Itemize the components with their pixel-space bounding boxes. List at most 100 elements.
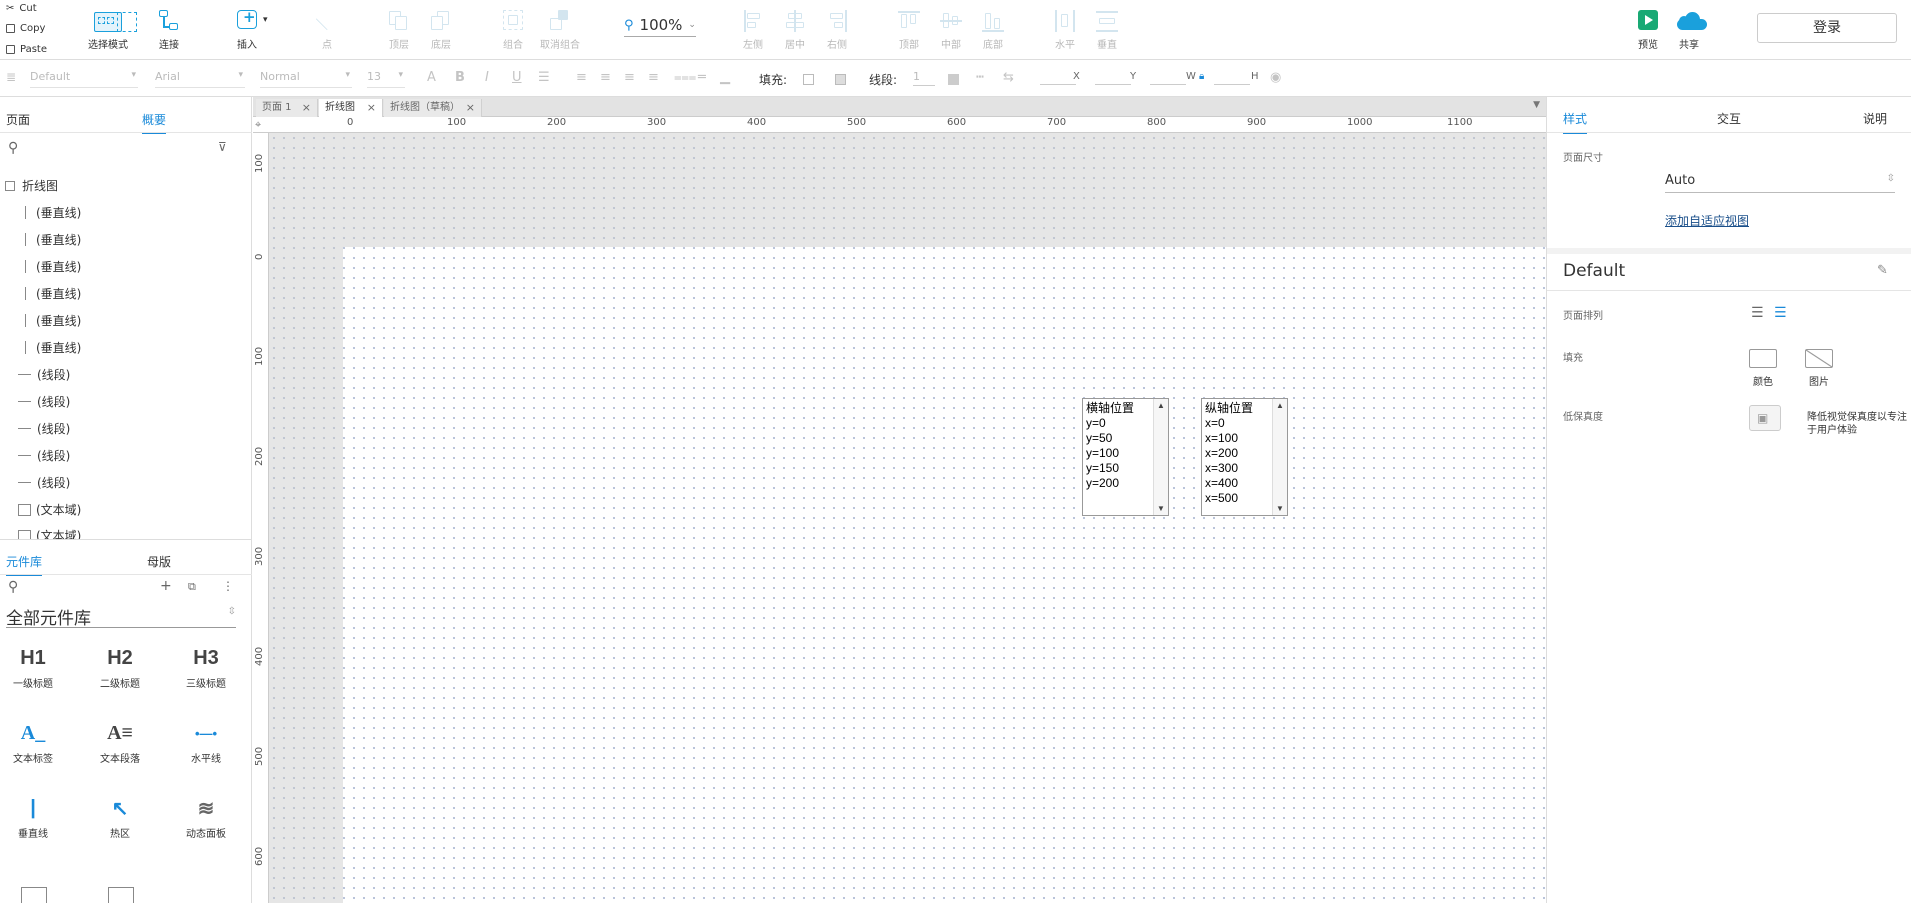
line-width-field[interactable]: 1	[913, 70, 935, 86]
search-icon[interactable]: ⚲	[8, 140, 18, 156]
outline-item-segment[interactable]: (线段)	[18, 474, 70, 491]
scroll-down-icon[interactable]: ▼	[1276, 504, 1284, 513]
weight-select[interactable]: Normal	[260, 70, 352, 88]
table-widget-icon[interactable]	[21, 887, 47, 903]
h-field[interactable]	[1214, 71, 1250, 85]
y-field[interactable]	[1095, 71, 1131, 85]
bullet-list-icon[interactable]: ☰	[538, 70, 550, 85]
fill-color-button[interactable]	[1749, 349, 1777, 368]
text-align-center-icon[interactable]: ≡	[600, 70, 611, 85]
share-button[interactable]: 共享	[1661, 10, 1717, 51]
valign-middle-icon[interactable]: ═	[698, 70, 706, 85]
scroll-down-icon[interactable]: ▼	[1157, 504, 1165, 513]
font-select[interactable]: Arial	[155, 70, 245, 88]
line-color-swatch[interactable]	[948, 74, 959, 85]
lock-icon[interactable]: 🔒︎	[1199, 71, 1204, 82]
text-align-right-icon[interactable]: ≡	[624, 70, 635, 85]
send-bottom-button[interactable]: 底层	[413, 10, 469, 51]
outline-item-segment[interactable]: (线段)	[18, 366, 70, 383]
tree-root[interactable]: 折线图	[5, 177, 58, 194]
outline-item-vline[interactable]: (垂直线)	[25, 258, 81, 275]
tab-masters[interactable]: 母版	[147, 553, 171, 570]
more-menu-icon[interactable]: ⋮	[222, 579, 234, 593]
tab-interactions[interactable]: 交互	[1717, 110, 1741, 127]
fill-image-button[interactable]	[1805, 349, 1833, 368]
outline-item-vline[interactable]: (垂直线)	[25, 285, 81, 302]
visibility-icon[interactable]: ◉	[1270, 70, 1281, 85]
text-justify-icon[interactable]: ≡	[648, 70, 659, 85]
x-field[interactable]	[1040, 71, 1076, 85]
tabs-dropdown-icon[interactable]: ▼	[1533, 100, 1540, 110]
login-button[interactable]: 登录	[1757, 13, 1897, 43]
insert-button[interactable]: + ▾ 插入	[219, 8, 275, 51]
design-canvas[interactable]: 横轴位置 y=0 y=50 y=100 y=150 y=200 ▲ ▼ 纵轴位置 …	[269, 133, 1546, 903]
distribute-vertical-button[interactable]: 垂直	[1079, 10, 1135, 51]
widget-text-label[interactable]: A_ 文本标签	[0, 716, 68, 766]
add-adaptive-view-link[interactable]: 添加自适应视图	[1665, 212, 1749, 229]
edit-style-icon[interactable]: ✎	[1877, 263, 1888, 278]
align-left-page-icon[interactable]: ☰	[1751, 305, 1764, 321]
point-button[interactable]: 点	[299, 7, 355, 51]
connect-button[interactable]: 连接	[141, 10, 197, 51]
widget-h1[interactable]: H1 一级标题	[0, 641, 68, 691]
library-copy-icon[interactable]: ⧉	[188, 580, 196, 594]
outline-item-vline[interactable]: (垂直线)	[25, 339, 81, 356]
copy-button[interactable]: Copy	[6, 23, 45, 34]
form-widget-icon[interactable]	[108, 887, 134, 903]
widget-dynamic-panel[interactable]: ≋ 动态面板	[171, 791, 241, 841]
widget-vline[interactable]: | 垂直线	[0, 791, 68, 841]
scroll-up-icon[interactable]: ▲	[1157, 401, 1165, 410]
text-align-left-icon[interactable]: ≡	[576, 70, 587, 85]
arrow-style-icon[interactable]: ⇆	[1003, 70, 1014, 85]
library-search-icon[interactable]: ⚲	[8, 579, 18, 595]
outline-item-textarea[interactable]: (文本域)	[18, 501, 81, 518]
tab-page-1[interactable]: 页面 1 ×	[256, 99, 318, 117]
tab-library[interactable]: 元件库	[6, 553, 43, 576]
underline-icon[interactable]: U	[512, 70, 522, 85]
align-bottom-button[interactable]: 底部	[965, 10, 1021, 51]
outline-item-textarea[interactable]: (文本域)	[18, 527, 81, 539]
paste-button[interactable]: Paste	[6, 44, 47, 55]
page-size-select[interactable]: Auto ⇳	[1665, 173, 1895, 193]
close-icon[interactable]: ×	[466, 99, 475, 116]
scrollbar[interactable]: ▲ ▼	[1153, 399, 1168, 515]
outline-item-vline[interactable]: (垂直线)	[25, 231, 81, 248]
widget-hotspot[interactable]: ↖ 热区	[85, 791, 155, 841]
listbox-vertical-position[interactable]: 纵轴位置 x=0 x=100 x=200 x=300 x=400 x=500 ▲…	[1201, 398, 1288, 516]
font-color-icon[interactable]: A	[427, 70, 436, 85]
italic-icon[interactable]: I	[485, 70, 489, 85]
low-fidelity-toggle[interactable]: ▣	[1749, 405, 1781, 431]
outline-item-segment[interactable]: (线段)	[18, 420, 70, 437]
style-select[interactable]: Default	[30, 70, 138, 88]
widget-paragraph[interactable]: A≡ 文本段落	[85, 716, 155, 766]
fill-color-swatch[interactable]	[803, 74, 814, 85]
valign-top-icon[interactable]: ⩶	[674, 70, 696, 85]
filter-icon[interactable]: ⊽	[218, 140, 227, 154]
close-icon[interactable]: ×	[302, 99, 311, 116]
tab-style[interactable]: 样式	[1563, 110, 1588, 134]
w-field[interactable]	[1150, 71, 1186, 85]
line-style-icon[interactable]: ┅	[976, 70, 984, 85]
outline-item-vline[interactable]: (垂直线)	[25, 204, 81, 221]
shadow-swatch[interactable]	[835, 74, 846, 85]
add-library-icon[interactable]: +	[160, 578, 172, 594]
align-right-button[interactable]: 右侧	[809, 10, 865, 51]
library-select[interactable]: 全部元件库 ⇳	[6, 604, 236, 629]
widget-h2[interactable]: H2 二级标题	[85, 641, 155, 691]
outline-item-segment[interactable]: (线段)	[18, 447, 70, 464]
align-center-page-icon[interactable]: ☰	[1774, 305, 1787, 321]
close-icon[interactable]: ×	[367, 99, 376, 116]
tab-pages[interactable]: 页面	[6, 111, 30, 128]
outline-item-segment[interactable]: (线段)	[18, 393, 70, 410]
ungroup-button[interactable]: 取消组合	[532, 10, 588, 51]
font-size-select[interactable]: 13	[367, 70, 405, 88]
outline-item-vline[interactable]: (垂直线)	[25, 312, 81, 329]
scrollbar[interactable]: ▲ ▼	[1272, 399, 1287, 515]
scroll-up-icon[interactable]: ▲	[1276, 401, 1284, 410]
select-region-icon[interactable]	[117, 12, 137, 32]
valign-bottom-icon[interactable]: ▁	[720, 70, 730, 85]
tab-notes[interactable]: 说明	[1863, 110, 1887, 127]
tab-line-chart-draft[interactable]: 折线图（草稿） ×	[384, 99, 482, 117]
widget-h3[interactable]: H3 三级标题	[171, 641, 241, 691]
zoom-select[interactable]: ⚲ 100% ⌄	[624, 16, 696, 37]
